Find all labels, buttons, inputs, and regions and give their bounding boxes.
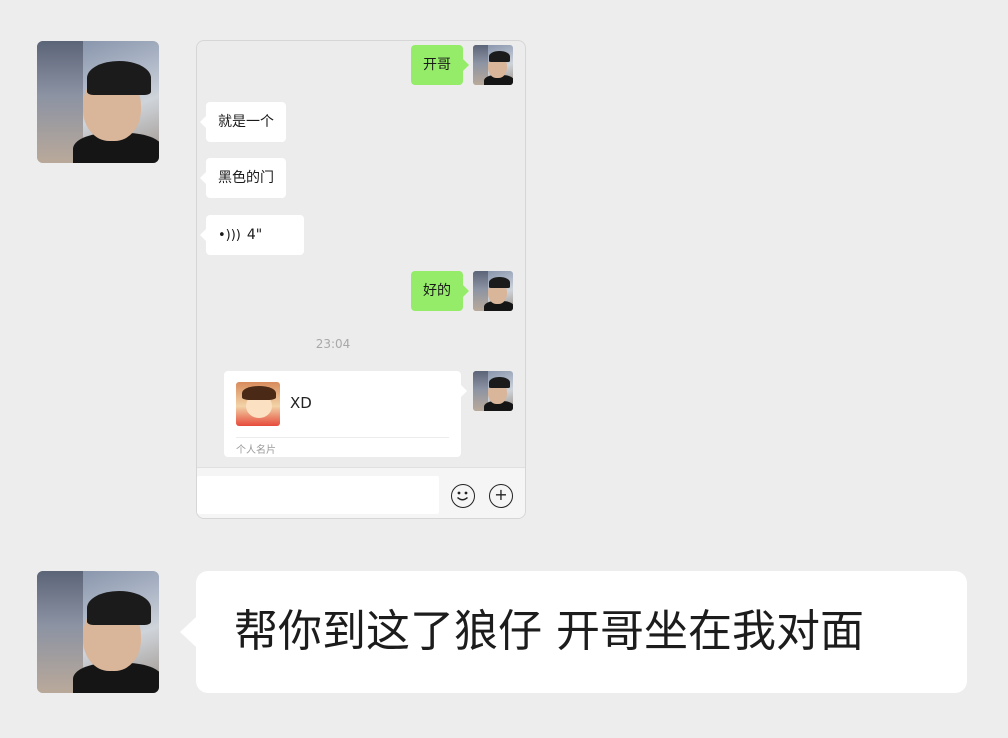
input-bar: + — [197, 467, 525, 518]
plus-glyph: + — [494, 485, 508, 504]
large-message-text: 帮你到这了狼仔 开哥坐在我对面 — [234, 606, 864, 657]
chat-screenshot: 开哥 就是一个 黑色的门 •))) 4" 好的 23:04 XD 个人名片 + — [196, 40, 526, 519]
voice-duration: 4" — [246, 227, 263, 243]
contact-name: XD — [290, 394, 312, 412]
avatar-hair — [489, 277, 510, 288]
sender-avatar-bottom[interactable] — [37, 571, 159, 693]
message-text: 开哥 — [423, 57, 451, 73]
voice-wave-icon: •))) — [218, 228, 241, 243]
message-bubble-other[interactable]: 就是一个 — [200, 102, 286, 142]
sender-avatar-top[interactable] — [37, 41, 159, 163]
message-bubble-me[interactable]: 开哥 — [411, 45, 469, 85]
message-text: 好的 — [423, 283, 451, 299]
message-text: 就是一个 — [218, 114, 274, 130]
my-avatar[interactable] — [473, 271, 513, 311]
contact-card-divider — [236, 437, 449, 438]
avatar-hair — [489, 377, 510, 388]
message-text: 黑色的门 — [218, 170, 274, 186]
emoji-face-glyph — [456, 491, 469, 501]
contact-avatar-hair — [242, 386, 276, 400]
plus-icon[interactable]: + — [489, 484, 513, 508]
contact-avatar — [236, 382, 280, 426]
my-avatar[interactable] — [473, 371, 513, 411]
message-timestamp: 23:04 — [315, 337, 351, 351]
contact-card-message[interactable]: XD 个人名片 — [224, 371, 467, 457]
avatar-hair — [87, 591, 151, 625]
large-message-bubble[interactable]: 帮你到这了狼仔 开哥坐在我对面 — [180, 571, 967, 693]
message-bubble-me[interactable]: 好的 — [411, 271, 469, 311]
emoji-icon[interactable] — [451, 484, 475, 508]
avatar-hair — [489, 51, 510, 62]
contact-card-label: 个人名片 — [236, 445, 276, 456]
message-input[interactable] — [197, 476, 439, 514]
voice-message-bubble[interactable]: •))) 4" — [200, 215, 304, 255]
my-avatar[interactable] — [473, 45, 513, 85]
avatar-hair — [87, 61, 151, 95]
message-bubble-other[interactable]: 黑色的门 — [200, 158, 286, 198]
